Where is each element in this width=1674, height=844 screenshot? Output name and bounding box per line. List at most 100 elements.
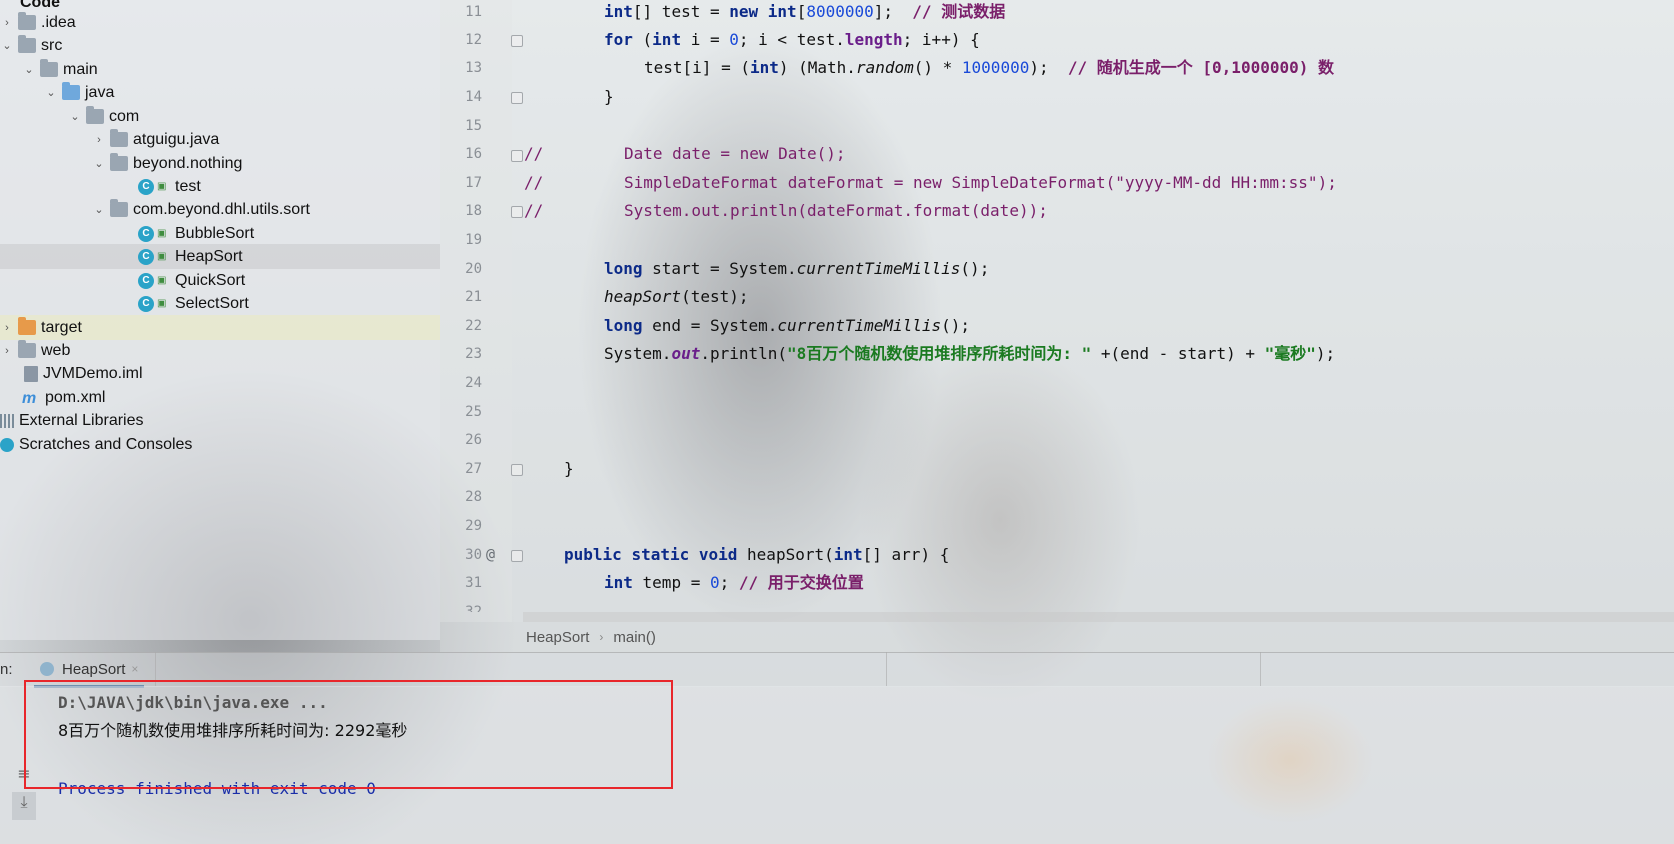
chevron-right-icon[interactable]: › <box>0 345 14 357</box>
run-panel-header: n: HeapSort × <box>0 652 1674 688</box>
tree-item-label: main <box>63 60 98 78</box>
package-icon <box>110 153 128 171</box>
ide-window: Code › .idea ⌄ src ⌄ main ⌄ java ⌄ com ›… <box>0 0 1674 844</box>
lock-icon: ▣ <box>157 274 167 286</box>
run-toolbar: ≡ ⤓ <box>12 764 36 820</box>
run-tab-label: HeapSort <box>62 660 126 678</box>
line-number: 20 <box>465 261 482 277</box>
scroll-to-end-icon[interactable]: ⤓ <box>12 792 36 820</box>
tree-item-idea[interactable]: › .idea <box>0 10 440 35</box>
code-line: int temp = 0; // 用于交换位置 <box>604 573 864 592</box>
editor-gutter: 11 12 13 14 15 16 17 18 19 20 21 22 23 2… <box>440 0 523 622</box>
chevron-right-icon[interactable]: › <box>0 17 14 29</box>
line-number: 28 <box>465 489 482 505</box>
package-icon <box>110 129 128 147</box>
code-line: for (int i = 0; i < test.length; i++) { <box>604 30 980 49</box>
chevron-down-icon[interactable]: ⌄ <box>92 203 106 216</box>
line-number: 14 <box>465 89 482 105</box>
tree-item-label: QuickSort <box>175 271 246 289</box>
code-line: Date date = new Date(); <box>624 144 846 163</box>
tree-item-label: beyond.nothing <box>133 154 243 172</box>
chevron-right-icon[interactable]: › <box>92 134 106 146</box>
tree-item-test[interactable]: C ▣ test <box>0 174 440 199</box>
tree-item-external-libraries[interactable]: External Libraries <box>0 408 440 433</box>
run-panel-label: n: <box>0 661 13 678</box>
run-tab-heapsort[interactable]: HeapSort × <box>34 653 145 688</box>
lock-icon: ▣ <box>157 297 167 309</box>
line-number: 22 <box>465 318 482 334</box>
tree-item-quicksort[interactable]: C ▣ QuickSort <box>0 268 440 293</box>
tree-item-beyond-nothing[interactable]: ⌄ beyond.nothing <box>0 151 440 176</box>
project-tree: Code › .idea ⌄ src ⌄ main ⌄ java ⌄ com ›… <box>0 0 440 640</box>
breadcrumb-separator: › <box>599 630 604 644</box>
tree-item-label: java <box>85 83 115 101</box>
lock-icon: ▣ <box>157 250 167 262</box>
tree-item-pom-xml[interactable]: m pom.xml <box>0 385 440 410</box>
line-number: 19 <box>465 232 482 248</box>
line-number: 21 <box>465 289 482 305</box>
chevron-right-icon[interactable]: › <box>0 322 14 334</box>
chevron-down-icon[interactable]: ⌄ <box>44 86 58 99</box>
line-number: 16 <box>465 146 482 162</box>
close-icon[interactable]: × <box>131 662 138 676</box>
scratches-icon <box>0 437 14 452</box>
lock-icon: ▣ <box>157 227 167 239</box>
tree-item-bubblesort[interactable]: C ▣ BubbleSort <box>0 221 440 246</box>
tree-item-label: External Libraries <box>19 411 144 429</box>
folder-icon <box>18 12 36 30</box>
tab-divider <box>886 652 887 686</box>
override-marker-icon[interactable]: @ <box>486 545 495 563</box>
chevron-down-icon[interactable]: ⌄ <box>68 110 82 123</box>
line-number: 23 <box>465 346 482 362</box>
line-number: 29 <box>465 518 482 534</box>
code-line: System.out.println("8百万个随机数使用堆排序所耗时间为: "… <box>604 344 1336 363</box>
tree-item-heapsort[interactable]: C ▣ HeapSort <box>0 244 440 269</box>
lock-icon: ▣ <box>157 180 167 192</box>
breadcrumb-item-class[interactable]: HeapSort <box>526 629 589 646</box>
console-command-line: D:\JAVA\jdk\bin\java.exe ... <box>58 693 328 712</box>
line-number: 24 <box>465 375 482 391</box>
tree-item-utils-sort[interactable]: ⌄ com.beyond.dhl.utils.sort <box>0 197 440 222</box>
tree-item-label: Scratches and Consoles <box>19 435 193 453</box>
chevron-down-icon[interactable]: ⌄ <box>0 39 14 52</box>
tree-item-label: atguigu.java <box>133 130 220 148</box>
tree-item-web[interactable]: › web <box>0 338 440 363</box>
console-output-line: 8百万个随机数使用堆排序所耗时间为: 2292毫秒 <box>58 721 408 740</box>
code-line: // <box>524 173 544 192</box>
line-number: 18 <box>465 203 482 219</box>
tree-item-atguigu[interactable]: › atguigu.java <box>0 127 440 152</box>
chevron-down-icon[interactable]: ⌄ <box>92 157 106 170</box>
code-line: heapSort(test); <box>604 287 749 306</box>
tree-item-src[interactable]: ⌄ src <box>0 33 440 58</box>
excluded-folder-icon <box>18 317 36 335</box>
tree-item-selectsort[interactable]: C ▣ SelectSort <box>0 291 440 316</box>
tree-item-main[interactable]: ⌄ main <box>0 57 440 82</box>
code-line: } <box>604 87 614 106</box>
tree-item-jvmdemo-iml[interactable]: JVMDemo.iml <box>0 361 440 386</box>
line-number: 13 <box>465 60 482 76</box>
tree-item-label: pom.xml <box>45 388 106 406</box>
tree-item-java[interactable]: ⌄ java <box>0 80 440 105</box>
line-number: 32 <box>465 604 482 612</box>
code-area[interactable]: int[] test = new int[8000000]; // 测试数据 f… <box>512 0 1674 612</box>
run-config-icon <box>40 662 54 676</box>
tree-item-com[interactable]: ⌄ com <box>0 104 440 129</box>
code-line: int[] test = new int[8000000]; // 测试数据 <box>604 2 1006 21</box>
console-exit-line: Process finished with exit code 0 <box>58 779 376 798</box>
chevron-down-icon[interactable]: ⌄ <box>22 63 36 76</box>
breadcrumb-item-method[interactable]: main() <box>613 629 656 646</box>
tree-item-label: target <box>41 318 82 336</box>
tree-item-target[interactable]: › target <box>0 315 440 340</box>
tree-item-scratches[interactable]: Scratches and Consoles <box>0 432 440 457</box>
line-number: 30 <box>465 547 482 563</box>
tree-item-label: JVMDemo.iml <box>43 364 143 382</box>
run-console[interactable]: ≡ ⤓ D:\JAVA\jdk\bin\java.exe ... 8百万个随机数… <box>0 686 1674 844</box>
folder-icon <box>40 59 58 77</box>
folder-icon <box>18 35 36 53</box>
soft-wrap-icon[interactable]: ≡ <box>12 764 36 792</box>
tree-item-label: .idea <box>41 13 76 31</box>
code-line: // <box>524 144 544 163</box>
code-editor[interactable]: 11 12 13 14 15 16 17 18 19 20 21 22 23 2… <box>440 0 1674 622</box>
horizontal-scrollbar[interactable] <box>523 612 1674 622</box>
tab-divider <box>155 652 156 686</box>
